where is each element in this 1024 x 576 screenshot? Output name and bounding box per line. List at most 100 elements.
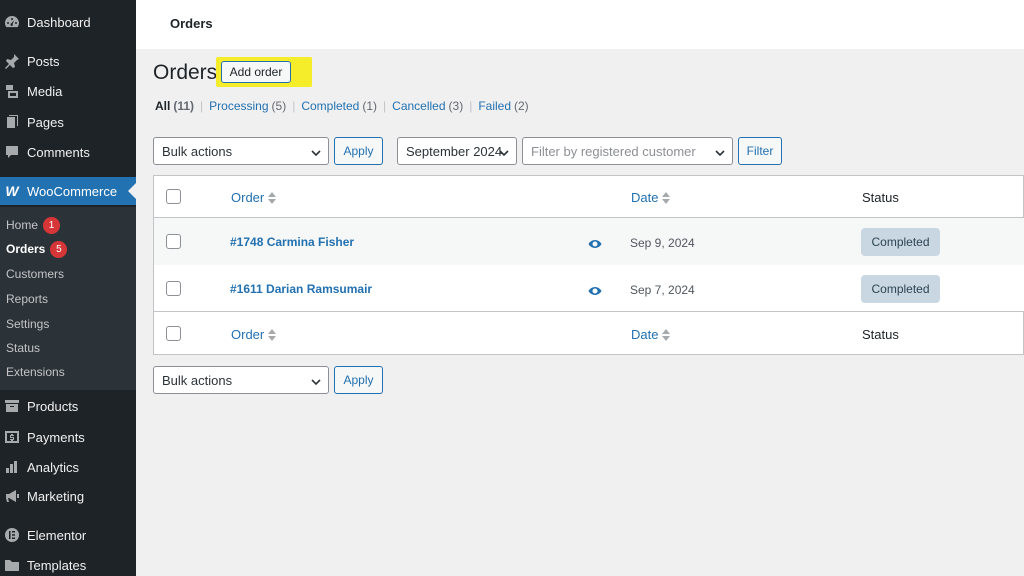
menu-analytics[interactable]: Analytics [0,453,136,481]
menu-label: Payments [27,429,85,445]
menu-marketing[interactable]: Marketing [0,482,136,510]
chevron-down-icon [715,146,725,157]
menu-comments[interactable]: Comments [0,138,136,166]
add-order-button[interactable]: Add order [221,61,291,83]
menu-payments[interactable]: Payments [0,423,136,451]
menu-dashboard[interactable]: Dashboard [0,8,136,36]
archive-icon [4,398,20,414]
select-value: Bulk actions [162,143,233,159]
sort-icon [268,191,277,204]
woocommerce-icon: W [5,183,19,199]
filter-cancelled[interactable]: Cancelled (3) [392,99,463,113]
chevron-down-icon [311,375,321,386]
sort-icon [662,191,671,204]
select-value: Bulk actions [162,372,233,388]
column-header-date[interactable]: Date [631,190,671,205]
apply-button-bottom[interactable]: Apply [334,366,383,394]
menu-media[interactable]: Media [0,77,136,105]
row-checkbox[interactable] [166,234,181,249]
menu-templates[interactable]: Templates [0,551,136,576]
table-row[interactable]: #1611 Darian Ramsumair Sep 7, 2024 Compl… [154,265,1024,312]
menu-label: WooCommerce [27,183,118,199]
menu-label: Media [27,83,63,99]
menu-label: Elementor [27,527,87,543]
submenu-label: Status [6,341,41,355]
media-icon [4,83,20,99]
filter-completed[interactable]: Completed (1) [301,99,377,113]
filter-count: (3) [448,99,464,113]
separator: | [469,99,473,113]
menu-label: Marketing [27,488,85,504]
filter-label: Completed [301,99,360,113]
filter-count: (11) [173,99,195,113]
filter-label: Failed [478,99,512,113]
submenu-label: Customers [6,267,65,281]
apply-button[interactable]: Apply [334,137,383,165]
column-header-order[interactable]: Order [231,327,277,342]
menu-posts[interactable]: Posts [0,47,136,75]
notification-badge: 1 [43,216,61,234]
customer-filter-select[interactable]: Filter by registered customer [522,137,733,165]
submenu-home[interactable]: Home 1 [6,216,61,234]
pages-icon [4,114,20,130]
preview-eye-icon[interactable] [588,237,602,248]
submenu-customers[interactable]: Customers [6,265,64,283]
preview-eye-icon[interactable] [588,284,602,295]
column-header-order[interactable]: Order [231,190,277,205]
sort-icon [662,328,671,341]
filter-button[interactable]: Filter [738,137,782,165]
column-label: Order [231,327,265,342]
submenu-label: Home [6,218,39,232]
orders-table: Order Date Status #1748 Carmina Fisher S… [153,175,1024,355]
menu-label: Comments [27,144,90,160]
menu-woocommerce[interactable]: W WooCommerce [0,177,136,205]
column-label: Date [631,327,659,342]
select-placeholder: Filter by registered customer [531,143,696,159]
order-date: Sep 9, 2024 [630,236,695,250]
order-link[interactable]: #1611 Darian Ramsumair [230,282,372,296]
submenu-extensions[interactable]: Extensions [6,363,65,381]
filter-all[interactable]: All (11) [155,99,194,113]
separator: | [292,99,296,113]
month-select[interactable]: September 2024 [397,137,517,165]
column-header-date[interactable]: Date [631,327,671,342]
filter-processing[interactable]: Processing (5) [209,99,286,113]
filter-count: (5) [271,99,287,113]
pin-icon [4,53,20,69]
separator: | [200,99,204,113]
table-header-row: Order Date Status [154,176,1024,218]
submenu-settings[interactable]: Settings [6,315,49,333]
separator: | [383,99,387,113]
bulk-actions-select-bottom[interactable]: Bulk actions [153,366,329,394]
button-label: Apply [343,373,374,387]
select-all-checkbox[interactable] [166,326,181,341]
filter-count: (1) [362,99,378,113]
row-checkbox[interactable] [166,281,181,296]
menu-products[interactable]: Products [0,392,136,420]
order-link[interactable]: #1748 Carmina Fisher [230,235,354,249]
submenu-status[interactable]: Status [6,339,40,357]
filter-failed[interactable]: Failed (2) [478,99,528,113]
bulk-actions-select[interactable]: Bulk actions [153,137,329,165]
menu-elementor[interactable]: Elementor [0,521,136,549]
notification-badge: 5 [50,240,68,258]
status-badge: Completed [861,228,940,256]
folder-icon [4,557,20,573]
menu-label: Templates [27,557,87,573]
select-all-checkbox[interactable] [166,189,181,204]
main-content: Orders Add order All (11) | Processing (5)… [136,49,1024,576]
woocommerce-submenu: Home 1 Orders 5 Customers Reports Settin… [0,207,136,390]
status-badge: Completed [861,275,940,303]
column-label: Order [231,190,265,205]
menu-label: Posts [27,53,60,69]
submenu-reports[interactable]: Reports [6,290,48,308]
breadcrumb: Orders [170,16,213,31]
table-row[interactable]: #1748 Carmina Fisher Sep 9, 2024 Complet… [154,218,1024,265]
submenu-orders[interactable]: Orders 5 [6,240,68,258]
menu-pages[interactable]: Pages [0,108,136,136]
filter-count: (2) [514,99,529,113]
comment-icon [4,144,20,160]
filter-label: Processing [209,99,269,113]
status-filter-links: All (11) | Processing (5) | Completed (1) |… [155,99,529,113]
filter-label: All [155,99,171,113]
